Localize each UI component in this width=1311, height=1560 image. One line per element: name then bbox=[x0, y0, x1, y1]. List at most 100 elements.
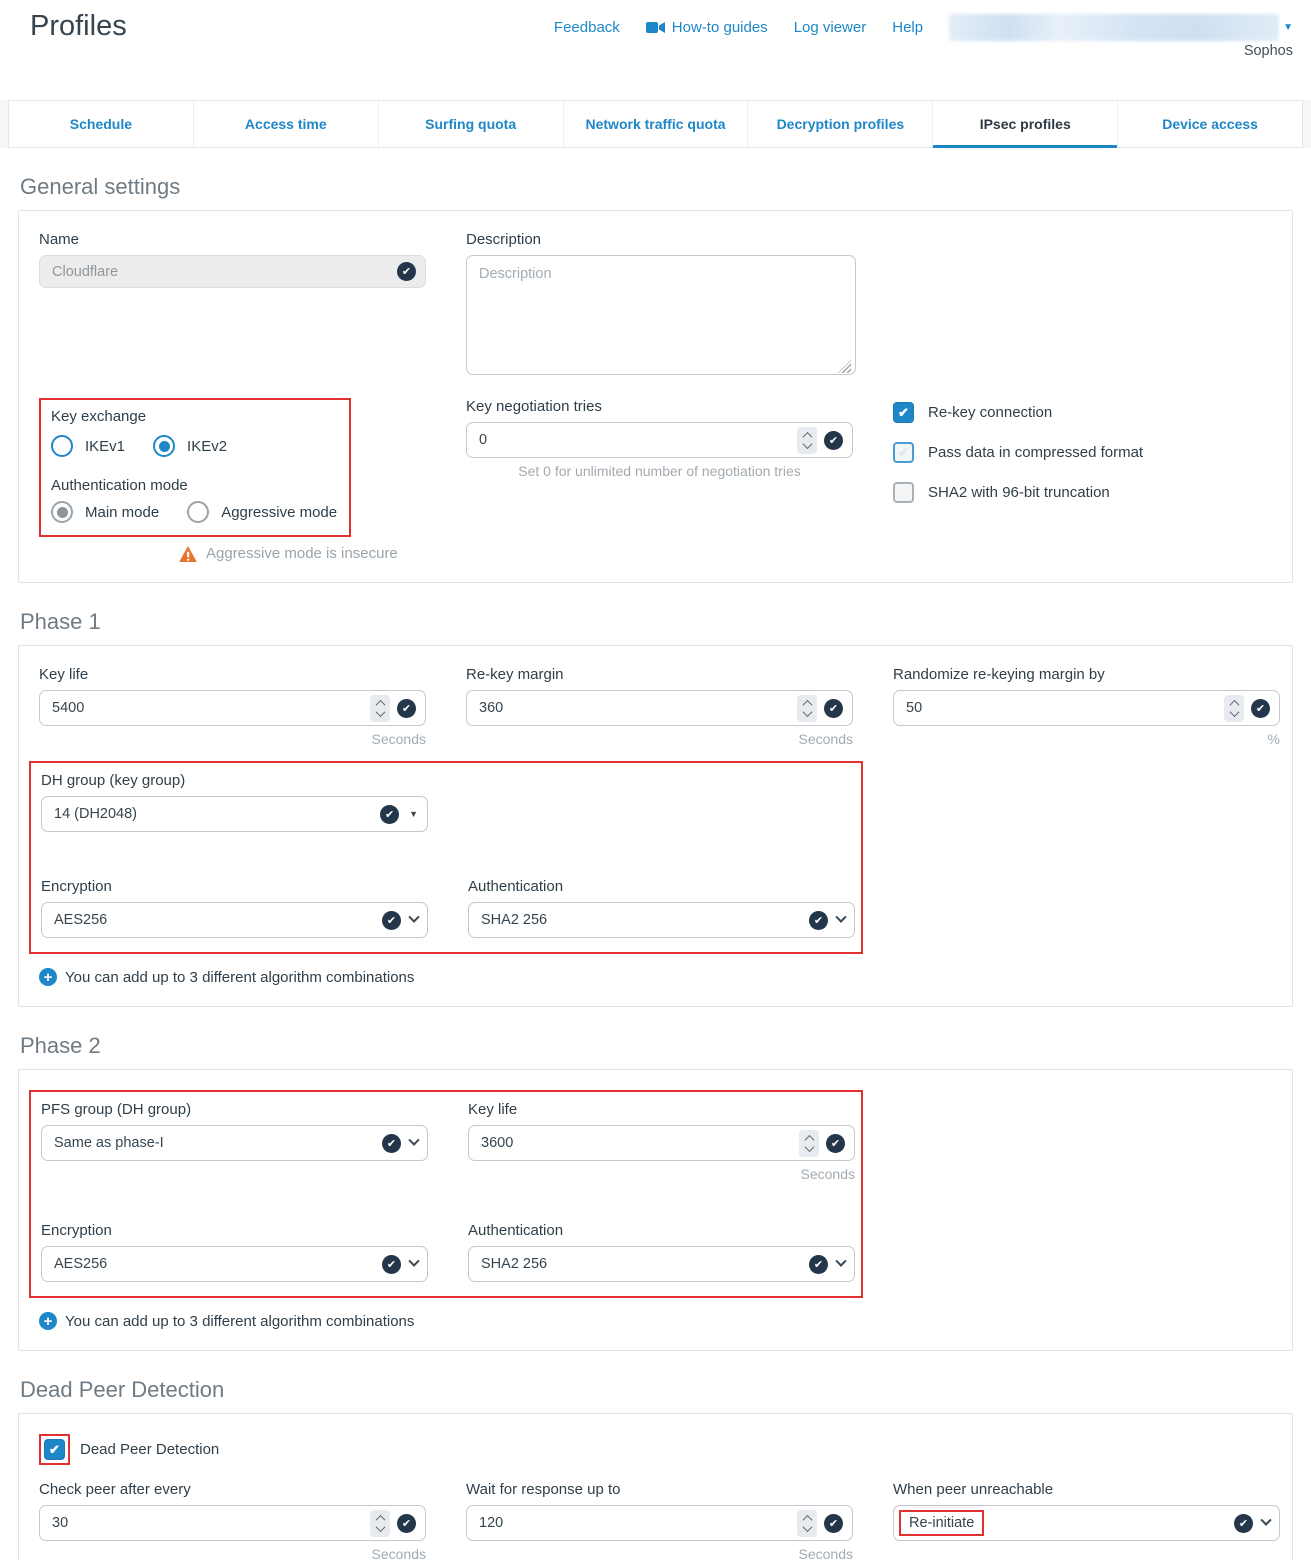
tab-access-time[interactable]: Access time bbox=[193, 101, 378, 147]
p1-rekey-margin-input[interactable] bbox=[479, 700, 797, 716]
plus-circle-icon: + bbox=[39, 968, 57, 986]
number-spinner-icon[interactable] bbox=[370, 1510, 390, 1537]
general-settings-heading: General settings bbox=[20, 174, 1291, 200]
p1-dh-group-select[interactable]: 14 (DH2048) ✔ ▼ bbox=[41, 796, 428, 832]
dpd-section: Dead Peer Detection ✔ Dead Peer Detectio… bbox=[18, 1377, 1293, 1560]
feedback-link[interactable]: Feedback bbox=[554, 19, 620, 36]
p2-authentication-select[interactable]: SHA2 256 ✔ bbox=[468, 1246, 855, 1282]
valid-check-icon: ✔ bbox=[397, 1514, 416, 1533]
valid-check-icon: ✔ bbox=[382, 911, 401, 930]
key-negotiation-field[interactable]: ✔ bbox=[466, 422, 853, 458]
radio-ikev2[interactable]: IKEv2 bbox=[153, 435, 227, 457]
help-link[interactable]: Help bbox=[892, 19, 923, 36]
valid-check-icon: ✔ bbox=[380, 805, 399, 824]
p1-add-combination[interactable]: + You can add up to 3 different algorith… bbox=[39, 968, 1272, 986]
p2-pfs-group-label: PFS group (DH group) bbox=[41, 1101, 428, 1118]
radio-ikev1-circle[interactable] bbox=[51, 435, 73, 457]
radio-ikev2-circle[interactable] bbox=[153, 435, 175, 457]
tab-strip: Schedule Access time Surfing quota Netwo… bbox=[0, 100, 1311, 148]
p1-rekey-margin-field[interactable]: ✔ bbox=[466, 690, 853, 726]
plus-circle-icon: + bbox=[39, 1312, 57, 1330]
general-settings-section: General settings Name ✔ Description bbox=[18, 174, 1293, 583]
tab-schedule[interactable]: Schedule bbox=[9, 101, 193, 147]
p2-key-life-label: Key life bbox=[468, 1101, 855, 1118]
dpd-check-peer-label: Check peer after every bbox=[39, 1481, 426, 1498]
radio-aggressive-mode[interactable]: Aggressive mode bbox=[187, 501, 337, 523]
radio-aggressive-mode-circle[interactable] bbox=[187, 501, 209, 523]
dpd-wait-label: Wait for response up to bbox=[466, 1481, 853, 1498]
p1-encryption-select[interactable]: AES256 ✔ bbox=[41, 902, 428, 938]
p1-authentication-label: Authentication bbox=[468, 878, 855, 895]
account-name-redacted bbox=[949, 14, 1279, 41]
valid-check-icon: ✔ bbox=[826, 1134, 845, 1153]
key-negotiation-input[interactable] bbox=[479, 432, 797, 448]
caret-down-icon: ▼ bbox=[1283, 22, 1293, 33]
pass-data-checkbox-row[interactable]: ✔ Pass data in compressed format bbox=[893, 442, 1280, 463]
rekey-connection-checkbox-row[interactable]: ✔ Re-key connection bbox=[893, 402, 1280, 423]
number-spinner-icon[interactable] bbox=[797, 695, 817, 722]
pass-data-checkbox[interactable]: ✔ bbox=[893, 442, 914, 463]
p1-rekey-margin-label: Re-key margin bbox=[466, 666, 853, 683]
valid-check-icon: ✔ bbox=[824, 431, 843, 450]
tab-device-access[interactable]: Device access bbox=[1117, 101, 1302, 147]
p2-pfs-group-select[interactable]: Same as phase-I ✔ bbox=[41, 1125, 428, 1161]
valid-check-icon: ✔ bbox=[397, 262, 416, 281]
dpd-check-peer-field[interactable]: ✔ bbox=[39, 1505, 426, 1541]
p1-key-life-field[interactable]: ✔ bbox=[39, 690, 426, 726]
p1-randomize-field[interactable]: ✔ bbox=[893, 690, 1280, 726]
valid-check-icon: ✔ bbox=[809, 911, 828, 930]
dpd-wait-input[interactable] bbox=[479, 1515, 797, 1531]
p1-key-life-input[interactable] bbox=[52, 700, 370, 716]
p2-key-life-input[interactable] bbox=[481, 1135, 799, 1151]
chevron-down-icon bbox=[408, 1135, 419, 1146]
dpd-checkbox[interactable]: ✔ bbox=[44, 1439, 65, 1460]
dpd-check-peer-input[interactable] bbox=[52, 1515, 370, 1531]
aggressive-warning: Aggressive mode is insecure bbox=[179, 545, 426, 562]
radio-ikev1[interactable]: IKEv1 bbox=[51, 435, 125, 457]
valid-check-icon: ✔ bbox=[397, 699, 416, 718]
chevron-down-icon bbox=[408, 1256, 419, 1267]
page-title: Profiles bbox=[30, 10, 127, 43]
phase1-algorithms-annotation-box: DH group (key group) 14 (DH2048) ✔ ▼ Enc… bbox=[29, 761, 863, 954]
tab-surfing-quota[interactable]: Surfing quota bbox=[378, 101, 563, 147]
valid-check-icon: ✔ bbox=[382, 1255, 401, 1274]
description-input[interactable] bbox=[466, 255, 856, 375]
sha2-truncation-checkbox-row[interactable]: ✔ SHA2 with 96-bit truncation bbox=[893, 482, 1280, 503]
number-spinner-icon[interactable] bbox=[799, 1130, 819, 1157]
p2-key-life-unit: Seconds bbox=[468, 1166, 855, 1182]
tab-ipsec-profiles[interactable]: IPsec profiles bbox=[932, 101, 1117, 147]
phase2-algorithms-annotation-box: PFS group (DH group) Same as phase-I ✔ K… bbox=[29, 1090, 863, 1298]
account-menu[interactable]: ▼ bbox=[949, 14, 1293, 41]
dpd-checkbox-label: Dead Peer Detection bbox=[80, 1441, 219, 1458]
p1-authentication-select[interactable]: SHA2 256 ✔ bbox=[468, 902, 855, 938]
log-viewer-link[interactable]: Log viewer bbox=[794, 19, 867, 36]
valid-check-icon: ✔ bbox=[824, 1514, 843, 1533]
number-spinner-icon[interactable] bbox=[370, 695, 390, 722]
tab-decryption-profiles[interactable]: Decryption profiles bbox=[747, 101, 932, 147]
p2-key-life-field[interactable]: ✔ bbox=[468, 1125, 855, 1161]
chevron-down-icon bbox=[835, 1256, 846, 1267]
p2-encryption-select[interactable]: AES256 ✔ bbox=[41, 1246, 428, 1282]
p1-rekey-margin-unit: Seconds bbox=[466, 731, 853, 747]
p1-randomize-input[interactable] bbox=[906, 700, 1224, 716]
video-camera-icon bbox=[646, 21, 665, 34]
valid-check-icon: ✔ bbox=[824, 699, 843, 718]
tab-network-traffic-quota[interactable]: Network traffic quota bbox=[563, 101, 748, 147]
rekey-connection-checkbox[interactable]: ✔ bbox=[893, 402, 914, 423]
number-spinner-icon[interactable] bbox=[797, 1510, 817, 1537]
sha2-truncation-checkbox[interactable]: ✔ bbox=[893, 482, 914, 503]
p2-authentication-label: Authentication bbox=[468, 1222, 855, 1239]
howto-guides-link[interactable]: How-to guides bbox=[646, 19, 768, 36]
p1-randomize-label: Randomize re-keying margin by bbox=[893, 666, 1280, 683]
number-spinner-icon[interactable] bbox=[1224, 695, 1244, 722]
valid-check-icon: ✔ bbox=[382, 1134, 401, 1153]
warning-triangle-icon bbox=[179, 546, 197, 562]
dpd-unreachable-select[interactable]: Re-initiate ✔ bbox=[893, 1505, 1280, 1541]
number-spinner-icon[interactable] bbox=[797, 427, 817, 454]
key-exchange-label: Key exchange bbox=[51, 408, 337, 425]
dpd-wait-field[interactable]: ✔ bbox=[466, 1505, 853, 1541]
radio-main-mode[interactable]: Main mode bbox=[51, 501, 159, 523]
p2-add-combination[interactable]: + You can add up to 3 different algorith… bbox=[39, 1312, 1272, 1330]
radio-main-mode-circle[interactable] bbox=[51, 501, 73, 523]
phase2-heading: Phase 2 bbox=[20, 1033, 1291, 1059]
